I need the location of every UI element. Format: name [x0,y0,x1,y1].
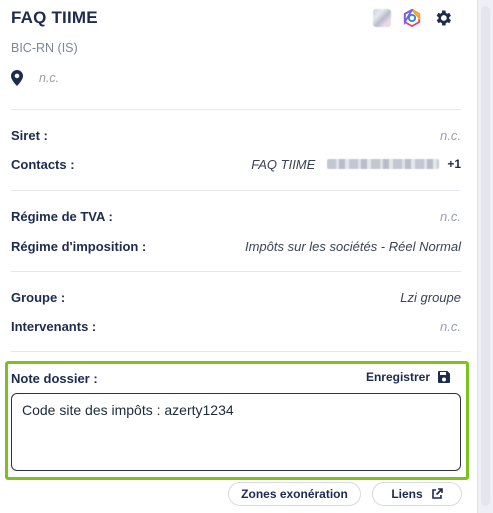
header-actions [373,8,453,28]
siret-row: Siret : n.c. [11,126,461,144]
intervenants-value: n.c. [440,318,461,334]
user-avatar-icon[interactable] [373,9,391,27]
divider [11,190,461,191]
save-note-label[interactable]: Enregistrer [366,370,430,384]
company-location: n.c. [11,70,59,86]
siret-value: n.c. [440,127,461,143]
note-textarea[interactable]: Code site des impôts : azerty1234 [11,393,461,471]
contact-phone-redacted [327,159,440,169]
intervenants-label: Intervenants : [11,318,97,334]
regime-imposition-label: Régime d'imposition : [11,238,147,254]
hexagon-logo-icon[interactable] [403,9,421,27]
intervenants-row: Intervenants : n.c. [11,317,461,335]
divider [11,351,461,352]
zones-exoneration-button[interactable]: Zones exonération [228,482,361,506]
company-regime-subtitle: BIC-RN (IS) [11,41,78,55]
external-link-icon[interactable] [431,488,443,500]
note-label: Note dossier : [11,371,98,386]
contacts-row: Contacts : FAQ TIIME +1 [11,155,461,173]
location-value: n.c. [39,71,60,85]
save-note-button[interactable]: Enregistrer [366,370,450,384]
groupe-value: Lzi groupe [400,289,461,305]
divider [11,271,461,272]
groupe-label: Groupe : [11,289,66,305]
liens-button[interactable]: Liens [372,482,462,506]
siret-label: Siret : [11,127,48,143]
contact-name[interactable]: FAQ TIIME [251,157,315,172]
contacts-more-badge[interactable]: +1 [447,157,461,171]
regime-imposition-value: Impôts sur les sociétés - Réel Normal [244,238,461,254]
zones-exoneration-label[interactable]: Zones exonération [241,487,348,501]
vertical-scrollbar[interactable] [478,0,493,513]
gear-icon[interactable] [433,8,453,28]
regime-tva-value: n.c. [440,208,461,224]
scrollbar-thumb[interactable] [481,6,490,506]
liens-label[interactable]: Liens [391,487,422,501]
regime-imposition-row: Régime d'imposition : Impôts sur les soc… [11,237,461,255]
map-pin-icon [11,70,23,86]
company-detail-panel: FAQ TIIME BIC-RN (IS) n.c. Siret : n.c. … [0,0,478,513]
divider [11,109,461,110]
groupe-row: Groupe : Lzi groupe [11,288,461,306]
regime-tva-row: Régime de TVA : n.c. [11,207,461,225]
floppy-disk-icon[interactable] [438,371,450,383]
contacts-label: Contacts : [11,156,75,172]
regime-tva-label: Régime de TVA : [11,208,113,224]
contacts-value[interactable]: FAQ TIIME +1 [251,157,461,172]
